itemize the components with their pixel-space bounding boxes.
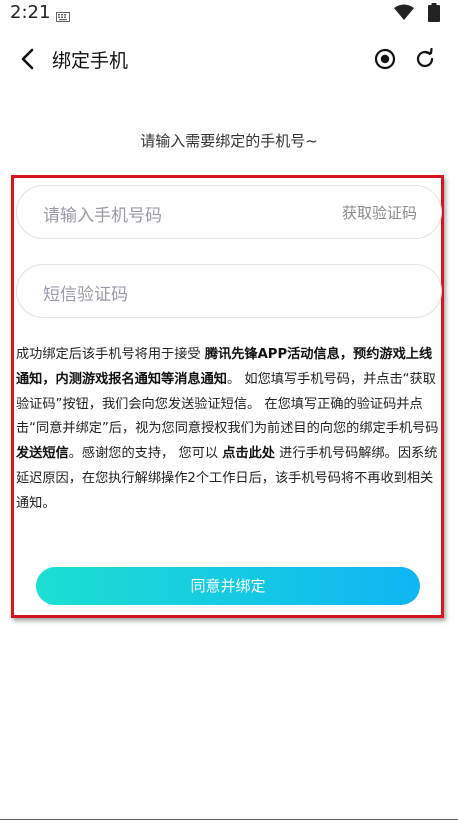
unbind-link[interactable]: 点击此处 bbox=[222, 446, 275, 461]
sms-code-placeholder: 短信验证码 bbox=[43, 285, 128, 305]
keyboard-icon bbox=[56, 7, 70, 26]
get-code-button[interactable]: 获取验证码 bbox=[342, 202, 417, 223]
binding-notice: 成功绑定后该手机号将用于接受 腾讯先锋APP活动信息，预约游戏上线通知，内测游戏… bbox=[16, 343, 442, 517]
page-title: 绑定手机 bbox=[52, 50, 129, 72]
phone-input[interactable]: 请输入手机号码 获取验证码 bbox=[16, 185, 442, 239]
wifi-icon bbox=[394, 4, 414, 24]
bind-prompt: 请输入需要绑定的手机号~ bbox=[140, 132, 318, 150]
battery-icon bbox=[428, 3, 440, 26]
agree-and-bind-button[interactable]: 同意并绑定 bbox=[36, 567, 420, 605]
phone-placeholder: 请输入手机号码 bbox=[43, 206, 162, 226]
sms-code-input[interactable]: 短信验证码 bbox=[16, 264, 442, 318]
notice-text: 成功绑定后该手机号将用于接受 bbox=[16, 347, 205, 362]
status-time: 2:21 bbox=[10, 2, 51, 23]
back-icon[interactable] bbox=[20, 48, 34, 74]
refresh-icon[interactable] bbox=[414, 47, 436, 74]
status-bar: 2:21 bbox=[0, 0, 458, 26]
target-icon[interactable] bbox=[374, 48, 396, 74]
notice-bold-send-sms: 发送短信 bbox=[16, 446, 69, 462]
notice-text: 。感谢您的支持， 您可以 bbox=[68, 446, 223, 462]
app-header: 绑定手机 bbox=[0, 36, 458, 82]
